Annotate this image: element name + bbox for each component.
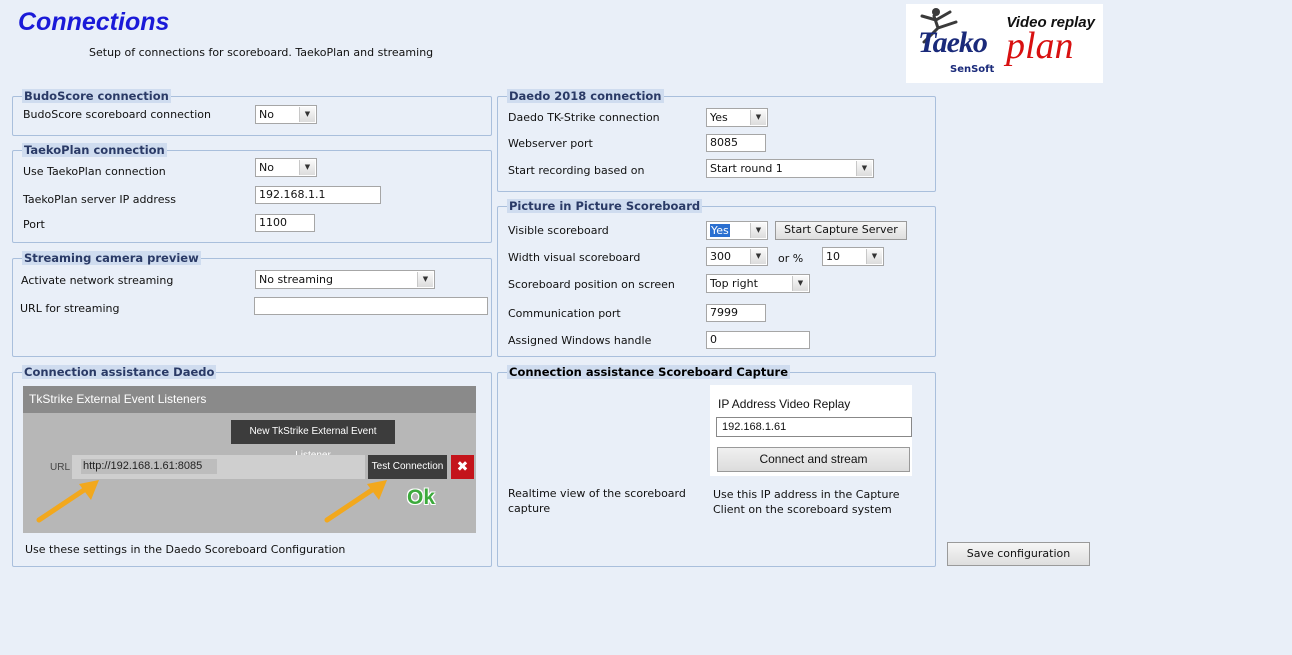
- pip-position-label: Scoreboard position on screen: [508, 278, 675, 291]
- dropdown-arrow-icon[interactable]: ▼: [299, 107, 315, 122]
- tkstrike-screenshot: TkStrike External Event Listeners New Tk…: [23, 386, 476, 533]
- taekoplan-ip-label: TaekoPlan server IP address: [23, 193, 176, 206]
- connect-and-stream-button: Connect and stream: [717, 447, 910, 472]
- pip-position-select[interactable]: Top right ▼: [706, 274, 810, 293]
- daedo-assist-legend: Connection assistance Daedo: [22, 365, 217, 379]
- logo-caption: Video replay: [1006, 14, 1095, 31]
- pip-handle-input[interactable]: 0: [706, 331, 810, 349]
- daedo2018-tk-value: Yes: [710, 111, 728, 124]
- taekoplan-legend: TaekoPlan connection: [22, 143, 167, 157]
- pip-or-percent-label: or %: [778, 252, 804, 265]
- dropdown-arrow-icon[interactable]: ▼: [299, 160, 315, 175]
- tkstrike-url-field: http://192.168.1.61:8085: [72, 455, 365, 479]
- logo-company: SenSoft: [950, 64, 995, 75]
- pip-width-select[interactable]: 300 ▼: [706, 247, 768, 266]
- capture-client-screenshot: IP Address Video Replay 192.168.1.61 Con…: [710, 385, 912, 476]
- pip-percent-value: 10: [826, 250, 840, 263]
- capture-assist-legend: Connection assistance Scoreboard Capture: [507, 365, 791, 379]
- close-icon: ✖: [451, 455, 474, 479]
- save-configuration-button[interactable]: Save configuration: [947, 542, 1090, 566]
- daedo2018-port-label: Webserver port: [508, 137, 593, 150]
- budoscore-connection-label: BudoScore scoreboard connection: [23, 108, 211, 121]
- dropdown-arrow-icon[interactable]: ▼: [866, 249, 882, 264]
- budoscore-connection-value: No: [259, 108, 274, 121]
- budoscore-connection-select[interactable]: No ▼: [255, 105, 317, 124]
- dropdown-arrow-icon[interactable]: ▼: [750, 223, 766, 238]
- streaming-group: Streaming camera preview Activate networ…: [12, 251, 492, 357]
- dropdown-arrow-icon[interactable]: ▼: [750, 110, 766, 125]
- arrow-pointer-icon: [36, 480, 99, 523]
- logo-brand-left: Taeko: [918, 26, 988, 59]
- arrow-pointer-icon: [324, 480, 387, 523]
- page-title: Connections: [18, 8, 170, 36]
- pip-visible-label: Visible scoreboard: [508, 224, 609, 237]
- capture-ip-field: 192.168.1.61: [716, 417, 912, 437]
- capture-left-note-1: Realtime view of the scoreboard: [508, 487, 686, 500]
- pip-width-value: 300: [710, 250, 731, 263]
- new-listener-button: New TkStrike External Event Listener: [231, 420, 395, 461]
- pip-position-value: Top right: [710, 277, 758, 290]
- tkstrike-url-label: URL: [50, 462, 71, 473]
- daedo2018-legend: Daedo 2018 connection: [507, 89, 664, 103]
- pip-comm-label: Communication port: [508, 307, 621, 320]
- daedo2018-recording-label: Start recording based on: [508, 164, 645, 177]
- taekoplan-use-value: No: [259, 161, 274, 174]
- daedo2018-recording-value: Start round 1: [710, 162, 783, 175]
- streaming-activate-label: Activate network streaming: [21, 274, 174, 287]
- daedo2018-recording-select[interactable]: Start round 1 ▼: [706, 159, 874, 178]
- streaming-activate-value: No streaming: [259, 273, 334, 286]
- ok-indicator: Ok: [407, 486, 436, 509]
- taekoplan-group: TaekoPlan connection Use TaekoPlan conne…: [12, 143, 492, 243]
- capture-right-note-1: Use this IP address in the Capture: [713, 488, 900, 501]
- pip-handle-label: Assigned Windows handle: [508, 334, 652, 347]
- taekoplan-ip-input[interactable]: 192.168.1.1: [255, 186, 381, 204]
- dropdown-arrow-icon[interactable]: ▼: [750, 249, 766, 264]
- budoscore-legend: BudoScore connection: [22, 89, 171, 103]
- pip-width-label: Width visual scoreboard: [508, 251, 641, 264]
- streaming-legend: Streaming camera preview: [22, 251, 201, 265]
- tkstrike-url-value: http://192.168.1.61:8085: [81, 459, 217, 474]
- capture-right-note-2: Client on the scoreboard system: [713, 503, 892, 516]
- taekoplan-use-label: Use TaekoPlan connection: [23, 165, 166, 178]
- pip-comm-input[interactable]: 7999: [706, 304, 766, 322]
- pip-group: Picture in Picture Scoreboard Visible sc…: [497, 199, 936, 357]
- pip-percent-select[interactable]: 10 ▼: [822, 247, 884, 266]
- streaming-url-input[interactable]: [254, 297, 488, 315]
- pip-visible-value: Yes: [710, 224, 730, 237]
- dropdown-arrow-icon[interactable]: ▼: [417, 272, 433, 287]
- test-connection-button: Test Connection: [368, 455, 447, 479]
- taekoplan-use-select[interactable]: No ▼: [255, 158, 317, 177]
- daedo-assist-note: Use these settings in the Daedo Scoreboa…: [25, 543, 346, 556]
- taekoplan-logo: Taeko plan Video replay SenSoft: [906, 4, 1103, 83]
- start-capture-server-button[interactable]: Start Capture Server: [775, 221, 907, 240]
- dropdown-arrow-icon[interactable]: ▼: [856, 161, 872, 176]
- capture-left-note-2: capture: [508, 502, 551, 515]
- pip-legend: Picture in Picture Scoreboard: [507, 199, 703, 213]
- streaming-url-label: URL for streaming: [20, 302, 120, 315]
- daedo2018-port-input[interactable]: 8085: [706, 134, 766, 152]
- taekoplan-port-input[interactable]: 1100: [255, 214, 315, 232]
- tkstrike-panel-title: TkStrike External Event Listeners: [23, 386, 476, 413]
- budoscore-group: BudoScore connection BudoScore scoreboar…: [12, 89, 492, 136]
- capture-ip-label: IP Address Video Replay: [718, 397, 851, 411]
- streaming-activate-select[interactable]: No streaming ▼: [255, 270, 435, 289]
- page-subtitle: Setup of connections for scoreboard. Tae…: [89, 46, 434, 59]
- taekoplan-port-label: Port: [23, 218, 45, 231]
- daedo2018-tk-select[interactable]: Yes ▼: [706, 108, 768, 127]
- dropdown-arrow-icon[interactable]: ▼: [792, 276, 808, 291]
- pip-visible-select[interactable]: Yes ▼: [706, 221, 768, 240]
- daedo2018-tk-label: Daedo TK-Strike connection: [508, 111, 660, 124]
- daedo2018-group: Daedo 2018 connection Daedo TK-Strike co…: [497, 89, 936, 192]
